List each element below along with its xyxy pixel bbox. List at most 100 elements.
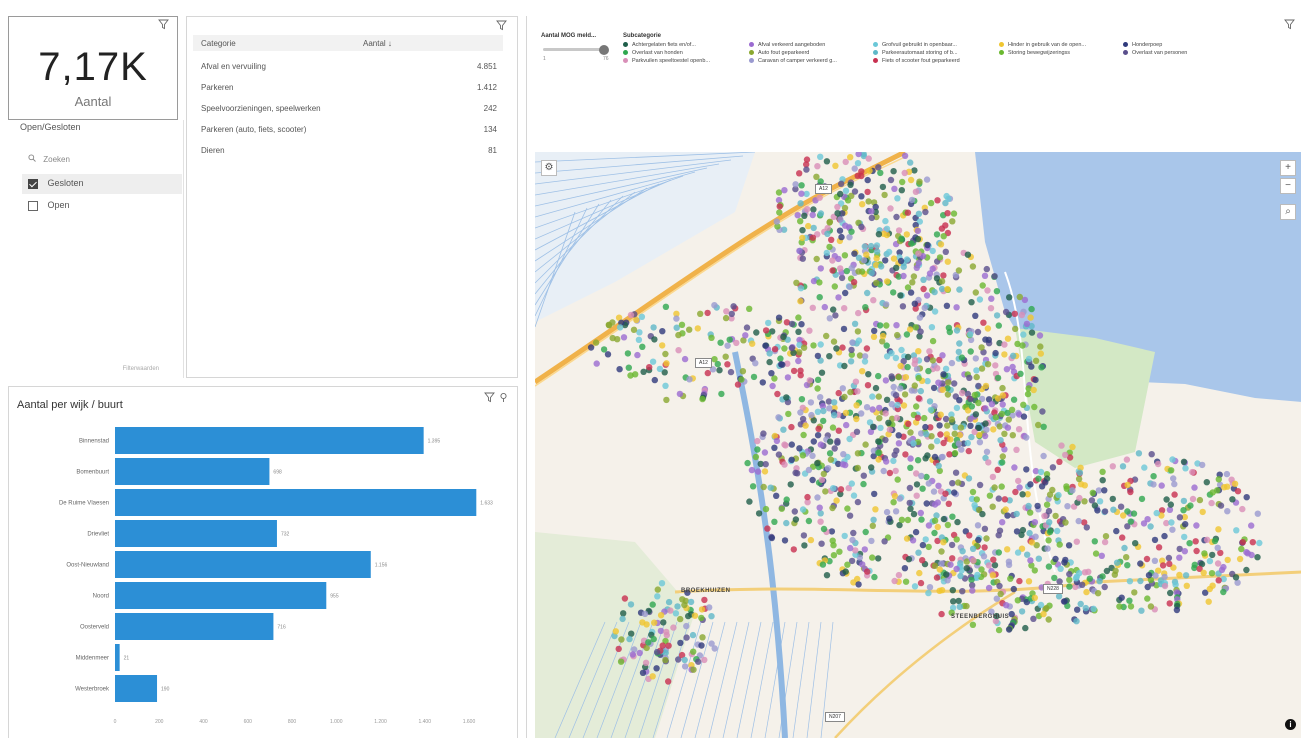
incident-point[interactable] [897,257,905,265]
incident-point[interactable] [835,294,842,301]
incident-point[interactable] [1220,563,1227,571]
incident-point[interactable] [1239,539,1246,546]
incident-point[interactable] [838,180,845,187]
incident-point[interactable] [802,422,809,429]
incident-point[interactable] [1101,538,1109,546]
incident-point[interactable] [830,552,838,559]
incident-point[interactable] [875,393,882,400]
incident-point[interactable] [1066,583,1073,590]
incident-point[interactable] [761,449,769,456]
incident-point[interactable] [951,430,958,437]
incident-point[interactable] [968,299,975,306]
incident-point[interactable] [653,665,660,672]
incident-point[interactable] [855,581,862,588]
incident-point[interactable] [1058,442,1065,449]
incident-point[interactable] [902,374,910,381]
incident-point[interactable] [853,402,860,409]
legend-item[interactable]: Auto fout geparkeerd [749,50,809,56]
incident-point[interactable] [865,155,872,162]
bar[interactable] [115,644,120,671]
incident-point[interactable] [754,437,761,445]
incident-point[interactable] [971,391,978,399]
incident-point[interactable] [1038,364,1045,371]
incident-point[interactable] [1113,527,1120,535]
incident-point[interactable] [966,374,973,381]
incident-point[interactable] [823,249,830,257]
incident-point[interactable] [829,267,836,274]
incident-point[interactable] [835,427,842,434]
incident-point[interactable] [788,320,796,328]
incident-point[interactable] [854,498,862,506]
incident-point[interactable] [799,452,807,459]
incident-point[interactable] [995,532,1002,539]
incident-point[interactable] [1014,549,1022,556]
incident-point[interactable] [927,406,935,414]
incident-point[interactable] [817,441,824,448]
incident-point[interactable] [984,287,991,294]
incident-point[interactable] [1031,567,1038,574]
incident-point[interactable] [1239,505,1246,513]
incident-point[interactable] [990,426,997,433]
incident-point[interactable] [775,314,783,321]
incident-point[interactable] [918,472,925,480]
incident-point[interactable] [940,233,947,240]
incident-point[interactable] [892,508,900,515]
incident-point[interactable] [1124,481,1131,489]
incident-point[interactable] [895,432,902,439]
incident-point[interactable] [969,621,977,628]
incident-point[interactable] [1127,518,1134,525]
incident-point[interactable] [1004,546,1011,553]
incident-point[interactable] [943,571,950,578]
incident-point[interactable] [931,308,939,315]
incident-point[interactable] [841,362,848,370]
incident-point[interactable] [1032,533,1039,540]
incident-point[interactable] [996,423,1003,430]
incident-point[interactable] [818,476,826,484]
incident-point[interactable] [698,642,705,649]
incident-point[interactable] [955,348,962,356]
incident-point[interactable] [801,212,808,219]
incident-point[interactable] [861,358,869,365]
incident-point[interactable] [1166,600,1173,607]
incident-point[interactable] [651,336,658,343]
incident-point[interactable] [918,516,925,523]
incident-point[interactable] [1096,498,1104,505]
incident-point[interactable] [984,361,992,368]
incident-point[interactable] [948,541,956,549]
incident-point[interactable] [1154,460,1162,468]
column-header-count[interactable]: Aantal ↓ [363,39,392,48]
incident-point[interactable] [814,408,822,415]
incident-point[interactable] [917,509,924,517]
incident-point[interactable] [910,440,917,447]
incident-point[interactable] [953,404,961,412]
incident-point[interactable] [766,350,773,357]
incident-point[interactable] [1180,507,1187,514]
incident-point[interactable] [992,362,999,369]
incident-point[interactable] [925,589,932,597]
incident-point[interactable] [1043,501,1051,508]
incident-point[interactable] [959,389,966,397]
incident-point[interactable] [851,165,858,172]
incident-point[interactable] [903,331,911,338]
incident-point[interactable] [1167,501,1174,508]
incident-point[interactable] [806,377,813,384]
incident-point[interactable] [912,324,919,331]
incident-point[interactable] [848,346,855,354]
incident-point[interactable] [983,448,991,455]
incident-point[interactable] [903,535,911,542]
incident-point[interactable] [1145,572,1153,579]
incident-point[interactable] [908,196,916,204]
incident-point[interactable] [859,201,866,208]
incident-point[interactable] [1232,574,1240,581]
incident-point[interactable] [907,159,914,166]
incident-point[interactable] [998,483,1005,490]
incident-point[interactable] [1042,479,1049,486]
incident-point[interactable] [1193,522,1200,529]
incident-point[interactable] [969,488,977,496]
incident-point[interactable] [886,515,893,522]
incident-point[interactable] [829,504,836,512]
incident-point[interactable] [864,382,872,389]
incident-point[interactable] [651,376,658,384]
incident-point[interactable] [675,331,682,339]
incident-point[interactable] [620,334,628,341]
